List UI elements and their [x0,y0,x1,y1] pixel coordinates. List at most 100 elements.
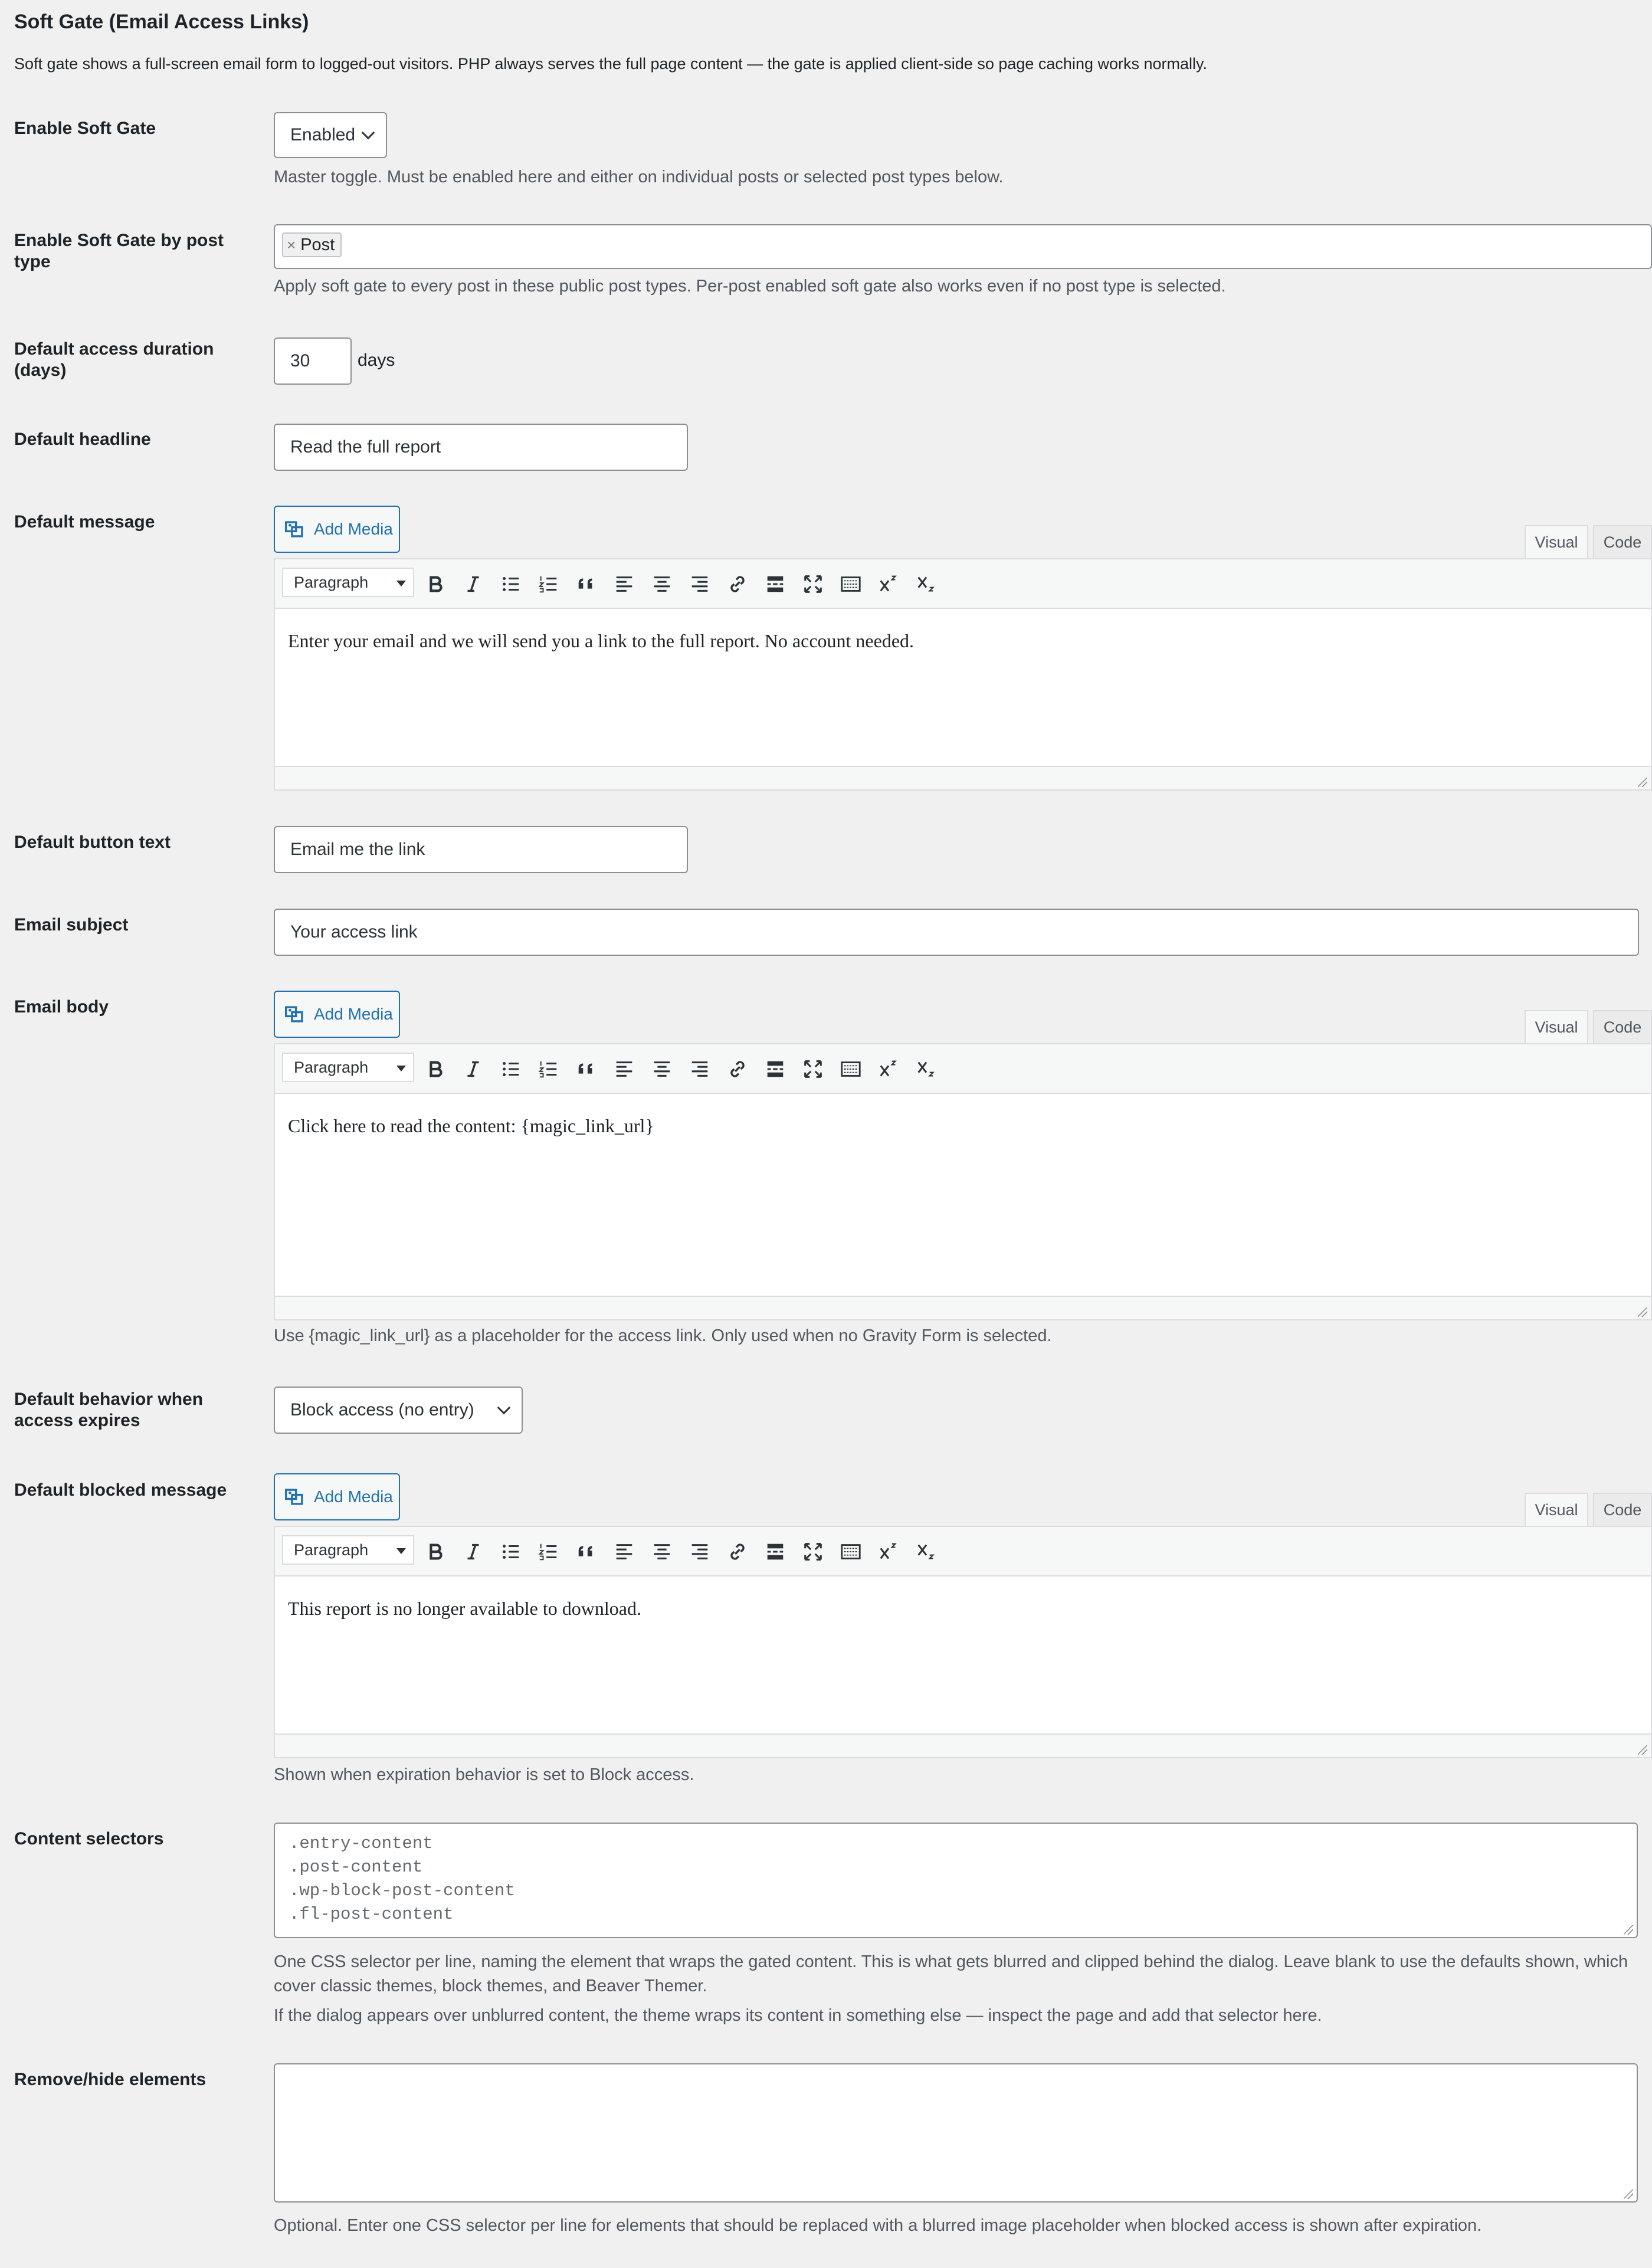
numbered-list-icon[interactable] [536,1056,562,1082]
add-media-icon [285,521,303,537]
message-label: Default message [14,512,155,532]
link-icon[interactable] [725,1539,750,1565]
duration-label-line1: Default access duration [14,339,214,359]
enable-soft-gate-select[interactable]: Enabled [274,112,387,158]
link-icon[interactable] [725,1056,750,1082]
tab-visual[interactable]: Visual [1525,525,1588,558]
email-body-tab-code[interactable]: Code [1593,1010,1652,1043]
chevron-down-icon [497,1401,511,1415]
duration-suffix: days [358,350,395,370]
subscript-icon[interactable] [913,1539,939,1565]
email-body-editor: Paragraph Click here to read the content… [274,1043,1652,1320]
bullet-list-icon[interactable] [498,1056,524,1082]
content-selectors-textarea[interactable]: .entry-content .post-content .wp-block-p… [274,1823,1638,1938]
resize-handle-icon[interactable] [1638,1307,1647,1317]
blocked-message-description: Shown when expiration behavior is set to… [274,1765,694,1784]
remove-elements-label: Remove/hide elements [14,2070,206,2089]
format-select[interactable]: Paragraph [282,568,414,597]
toolbar-toggle-icon[interactable] [838,1539,864,1565]
blocked-message-tab-visual[interactable]: Visual [1525,1493,1588,1526]
enable-soft-gate-label: Enable Soft Gate [14,119,156,138]
dropdown-arrow-icon [396,1548,406,1554]
blocked-message-tab-code[interactable]: Code [1593,1493,1652,1526]
blockquote-icon[interactable] [573,571,599,597]
selector-line: .entry-content [289,1834,433,1853]
align-right-icon[interactable] [687,1056,713,1082]
link-icon[interactable] [725,571,750,597]
align-left-icon[interactable] [611,571,637,597]
read-more-icon[interactable] [762,1539,788,1565]
toolbar-toggle-icon[interactable] [838,571,864,597]
email-subject-input[interactable]: Your access link [274,909,1639,956]
email-body-label: Email body [14,997,109,1017]
headline-value: Read the full report [290,437,441,457]
bold-icon[interactable] [422,1539,448,1565]
blockquote-icon[interactable] [573,1539,599,1565]
superscript-icon[interactable] [876,571,902,597]
token-post: × Post [282,232,342,257]
blocked-message-add-media-button[interactable]: Add Media [274,1473,400,1520]
align-left-icon[interactable] [611,1056,637,1082]
editor-toolbar: Paragraph [275,559,1651,609]
remove-elements-textarea[interactable] [274,2063,1638,2203]
bold-icon[interactable] [422,571,448,597]
resize-handle-icon[interactable] [1624,1925,1633,1935]
align-right-icon[interactable] [687,1539,713,1565]
button-text-input[interactable]: Email me the link [274,826,688,873]
dropdown-arrow-icon [396,581,406,586]
duration-input[interactable]: 30 [274,337,352,385]
bullet-list-icon[interactable] [498,1539,524,1565]
blocked-message-content[interactable]: This report is no longer available to do… [275,1577,1651,1641]
headline-input[interactable]: Read the full report [274,424,688,471]
post-type-token-input[interactable]: × Post [274,224,1652,269]
align-center-icon[interactable] [649,1539,675,1565]
tab-code[interactable]: Code [1593,525,1652,558]
post-type-label: Enable Soft Gate by post type [14,230,232,273]
align-center-icon[interactable] [649,571,675,597]
align-center-icon[interactable] [649,1056,675,1082]
fullscreen-icon[interactable] [800,1056,826,1082]
superscript-icon[interactable] [876,1539,902,1565]
italic-icon[interactable] [460,1056,486,1082]
add-media-button[interactable]: Add Media [274,506,400,553]
duration-label-line2: (days) [14,360,67,380]
align-right-icon[interactable] [687,571,713,597]
blockquote-icon[interactable] [573,1056,599,1082]
email-body-tab-visual[interactable]: Visual [1525,1010,1588,1043]
align-left-icon[interactable] [611,1539,637,1565]
remove-token-icon[interactable]: × [287,236,296,254]
expire-behavior-label-line1: Default behavior when [14,1389,204,1409]
bold-icon[interactable] [422,1056,448,1082]
editor-statusbar [275,1733,1651,1757]
post-type-label-line2: type [14,252,51,271]
resize-handle-icon[interactable] [1638,778,1647,787]
resize-handle-icon[interactable] [1624,2190,1633,2199]
message-content[interactable]: Enter your email and we will send you a … [275,609,1651,673]
read-more-icon[interactable] [762,1056,788,1082]
chevron-down-icon [361,126,375,140]
format-select[interactable]: Paragraph [282,1053,414,1082]
fullscreen-icon[interactable] [800,571,826,597]
subscript-icon[interactable] [913,1056,939,1082]
post-type-label-line1: Enable Soft Gate by post [14,231,224,250]
expire-behavior-select[interactable]: Block access (no entry) [274,1387,523,1434]
superscript-icon[interactable] [876,1056,902,1082]
add-media-label: Add Media [314,1487,393,1506]
italic-icon[interactable] [460,1539,486,1565]
format-select[interactable]: Paragraph [282,1535,414,1565]
italic-icon[interactable] [460,571,486,597]
resize-handle-icon[interactable] [1638,1745,1647,1755]
selector-line: .fl-post-content [289,1905,454,1924]
toolbar-toggle-icon[interactable] [838,1056,864,1082]
numbered-list-icon[interactable] [536,1539,562,1565]
dropdown-arrow-icon [396,1066,406,1071]
duration-label: Default access duration (days) [14,339,232,381]
bullet-list-icon[interactable] [498,571,524,597]
email-body-add-media-button[interactable]: Add Media [274,991,400,1038]
email-body-content[interactable]: Click here to read the content: {magic_l… [275,1094,1651,1158]
add-media-label: Add Media [314,1005,393,1023]
read-more-icon[interactable] [762,571,788,597]
subscript-icon[interactable] [913,571,939,597]
numbered-list-icon[interactable] [536,571,562,597]
fullscreen-icon[interactable] [800,1539,826,1565]
